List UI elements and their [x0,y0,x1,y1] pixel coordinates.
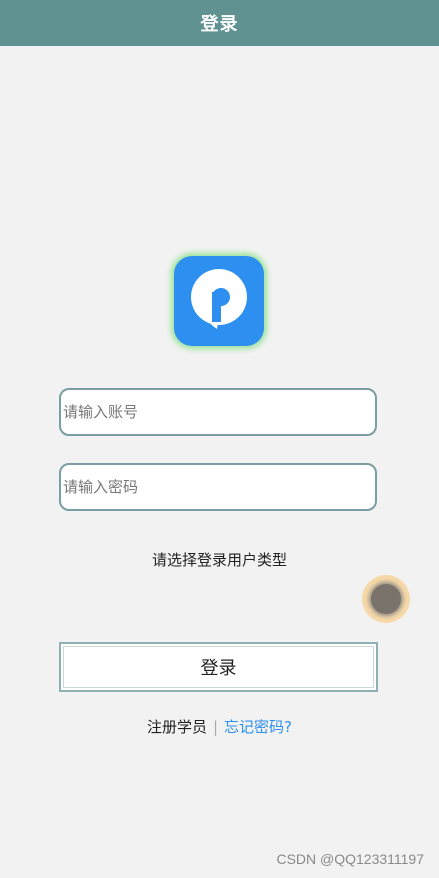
floating-ball-icon[interactable] [362,575,410,623]
app-logo-icon [174,256,264,346]
login-button[interactable]: 登录 [59,642,378,692]
password-input[interactable] [59,463,377,511]
link-separator: | [212,718,219,736]
forgot-password-link[interactable]: 忘记密码? [224,718,292,736]
account-input[interactable] [59,388,377,436]
register-link[interactable]: 注册学员 [147,718,207,736]
auth-links: 注册学员 | 忘记密码? [0,716,439,737]
header-bar: 登录 [0,0,439,46]
floating-ball-inner [371,584,401,614]
user-type-selector[interactable]: 请选择登录用户类型 [0,549,439,570]
watermark: CSDN @QQ123311197 [276,851,424,867]
page-title: 登录 [200,14,239,35]
